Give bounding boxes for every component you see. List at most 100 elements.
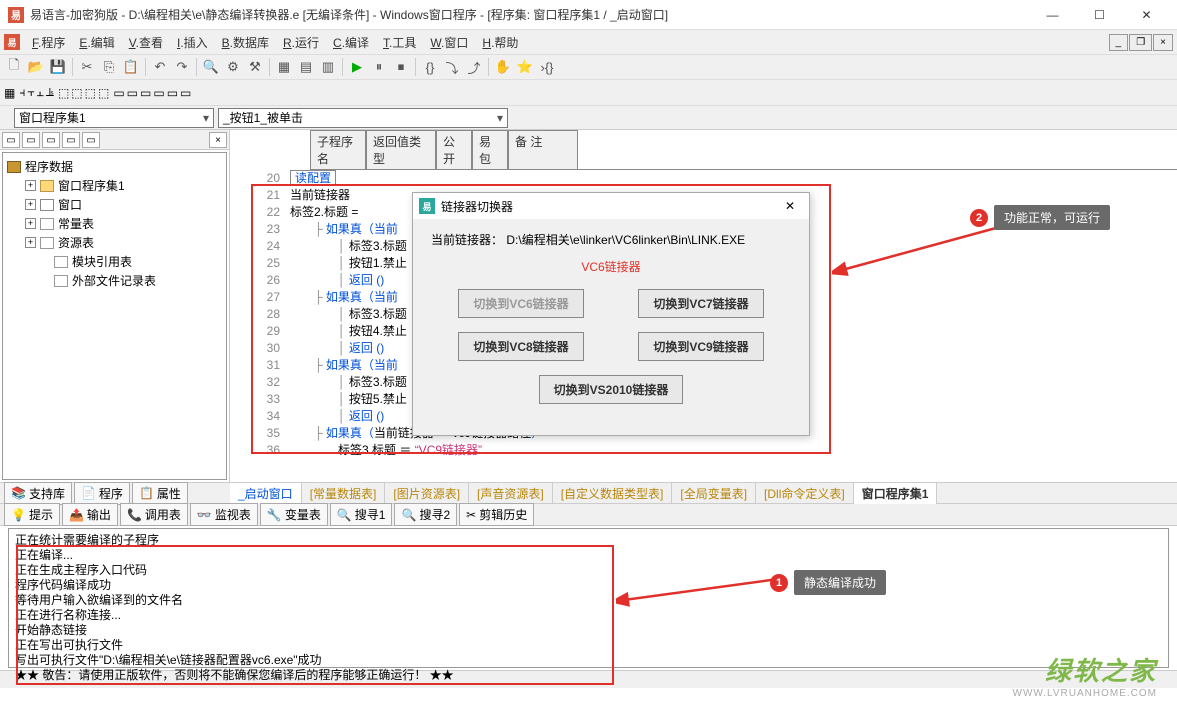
misc1-icon[interactable]: ▭	[113, 86, 124, 100]
step2-icon[interactable]: ⤵	[442, 57, 462, 77]
new-icon[interactable]: 🗋	[4, 57, 24, 77]
combo-proc[interactable]: _按钮1_被单击 ▾	[218, 108, 508, 128]
combo-module[interactable]: 窗口程序集1 ▾	[14, 108, 214, 128]
tree-node[interactable]: +窗口	[7, 195, 222, 214]
align-right-icon[interactable]: ⫠	[37, 85, 44, 100]
tab-program[interactable]: 📄程序	[74, 482, 130, 505]
expand-icon[interactable]: +	[25, 218, 36, 229]
menu-view[interactable]: V.查看	[123, 32, 169, 53]
code-tab[interactable]: 窗口程序集1	[854, 483, 938, 504]
code-tab[interactable]: [常量数据表]	[302, 483, 386, 504]
db3-icon[interactable]: ▥	[318, 57, 338, 77]
switch-vc9-button[interactable]: 切换到VC9链接器	[638, 332, 763, 361]
output-panel[interactable]: 正在统计需要编译的子程序正在编译...正在生成主程序入口代码程序代码编译成功等待…	[8, 528, 1169, 668]
tree-node[interactable]: +资源表	[7, 233, 222, 252]
menu-tools[interactable]: T.工具	[377, 32, 422, 53]
misc3-icon[interactable]: ▭	[140, 86, 151, 100]
align-center-icon[interactable]: ⫟	[27, 85, 34, 100]
copy-icon[interactable]: ⎘	[99, 57, 119, 77]
left-close[interactable]: ×	[209, 132, 227, 148]
run-icon[interactable]: ▶	[347, 57, 367, 77]
bottom-tab[interactable]: 💡提示	[4, 503, 60, 526]
code-tab[interactable]: [Dll命令定义表]	[756, 483, 854, 504]
tree-node[interactable]: +窗口程序集1	[7, 176, 222, 195]
menu-run[interactable]: R.运行	[277, 32, 325, 53]
minimize-button[interactable]: —	[1030, 1, 1075, 29]
maximize-button[interactable]: ☐	[1077, 1, 1122, 29]
size-icon[interactable]: ⬚	[85, 86, 96, 100]
step3-icon[interactable]: ⤴	[464, 57, 484, 77]
mdi-minimize[interactable]: _	[1109, 34, 1129, 51]
menu-insert[interactable]: I.插入	[171, 32, 214, 53]
menu-edit[interactable]: E.编辑	[73, 32, 120, 53]
misc5-icon[interactable]: ▭	[167, 86, 178, 100]
expand-icon[interactable]: +	[25, 180, 36, 191]
align-left-icon[interactable]: ⫞	[19, 85, 25, 100]
tree-node[interactable]: 外部文件记录表	[7, 271, 222, 290]
code-tab[interactable]: _启动窗口	[230, 483, 302, 504]
dist-v-icon[interactable]: ⬚	[71, 86, 82, 100]
misc2-icon[interactable]: ▭	[127, 86, 138, 100]
pause-icon[interactable]: ⏸	[369, 57, 389, 77]
cut-icon[interactable]: ✂	[77, 57, 97, 77]
dialog-titlebar[interactable]: 易 链接器切换器 ✕	[413, 193, 809, 219]
open-icon[interactable]: 📂	[26, 57, 46, 77]
expand-icon[interactable]: +	[25, 237, 36, 248]
find-icon[interactable]: 🔍	[201, 57, 221, 77]
menu-help[interactable]: H.帮助	[476, 32, 524, 53]
mdi-restore[interactable]: ❐	[1129, 34, 1152, 51]
hand-icon[interactable]: ✋	[493, 57, 513, 77]
db2-icon[interactable]: ▤	[296, 57, 316, 77]
tree-root[interactable]: 程序数据	[7, 157, 222, 176]
misc4-icon[interactable]: ▭	[153, 86, 164, 100]
star-icon[interactable]: ⭐	[515, 57, 535, 77]
db-icon[interactable]: ▦	[274, 57, 294, 77]
stop-icon[interactable]: ⏹	[391, 57, 411, 77]
redo-icon[interactable]: ↷	[172, 57, 192, 77]
left-btn2[interactable]: ▭	[22, 132, 40, 148]
tab-properties[interactable]: 📋属性	[132, 482, 188, 505]
tool-icon[interactable]: ⚙	[223, 57, 243, 77]
code-tab[interactable]: [自定义数据类型表]	[553, 483, 673, 504]
switch-vc8-button[interactable]: 切换到VC8链接器	[458, 332, 583, 361]
tool2-icon[interactable]: ⚒	[245, 57, 265, 77]
step-icon[interactable]: {}	[420, 57, 440, 77]
menu-database[interactable]: B.数据库	[216, 32, 275, 53]
bottom-tab[interactable]: 🔍搜寻1	[330, 503, 393, 526]
tab-support-lib[interactable]: 📚支持库	[4, 482, 72, 505]
bottom-tab[interactable]: 🔍搜寻2	[394, 503, 457, 526]
left-btn3[interactable]: ▭	[42, 132, 60, 148]
menu-program[interactable]: F.程序	[26, 32, 71, 53]
bottom-tab[interactable]: 🔧变量表	[260, 503, 328, 526]
undo-icon[interactable]: ↶	[150, 57, 170, 77]
tree-node[interactable]: 模块引用表	[7, 252, 222, 271]
grid-icon[interactable]: ▦	[4, 86, 15, 100]
expand-icon[interactable]: +	[25, 199, 36, 210]
left-btn5[interactable]: ▭	[82, 132, 100, 148]
code-tab[interactable]: [声音资源表]	[469, 483, 553, 504]
code-tab[interactable]: [全局变量表]	[672, 483, 756, 504]
brace-icon[interactable]: ›{}	[537, 57, 557, 77]
dist-h-icon[interactable]: ⬚	[58, 86, 69, 100]
left-btn4[interactable]: ▭	[62, 132, 80, 148]
align-top-icon[interactable]: ⫡	[46, 85, 54, 100]
misc6-icon[interactable]: ▭	[180, 86, 191, 100]
project-tree[interactable]: 程序数据 +窗口程序集1+窗口+常量表+资源表模块引用表外部文件记录表	[2, 152, 227, 480]
close-button[interactable]: ✕	[1124, 1, 1169, 29]
bottom-tab[interactable]: 📞调用表	[120, 503, 188, 526]
size2-icon[interactable]: ⬚	[98, 86, 109, 100]
code-tab[interactable]: [图片资源表]	[385, 483, 469, 504]
save-icon[interactable]: 💾	[48, 57, 68, 77]
bottom-tab[interactable]: ✂剪辑历史	[459, 503, 534, 526]
paste-icon[interactable]: 📋	[121, 57, 141, 77]
bottom-tab[interactable]: 👓监视表	[190, 503, 258, 526]
switch-vs2010-button[interactable]: 切换到VS2010链接器	[539, 375, 684, 404]
bottom-tab[interactable]: 📤输出	[62, 503, 118, 526]
tree-node[interactable]: +常量表	[7, 214, 222, 233]
menu-window[interactable]: W.窗口	[424, 32, 474, 53]
menu-compile[interactable]: C.编译	[327, 32, 375, 53]
mdi-close[interactable]: ×	[1153, 34, 1173, 51]
dialog-close-button[interactable]: ✕	[777, 199, 803, 213]
switch-vc6-button[interactable]: 切换到VC6链接器	[458, 289, 583, 318]
left-btn1[interactable]: ▭	[2, 132, 20, 148]
